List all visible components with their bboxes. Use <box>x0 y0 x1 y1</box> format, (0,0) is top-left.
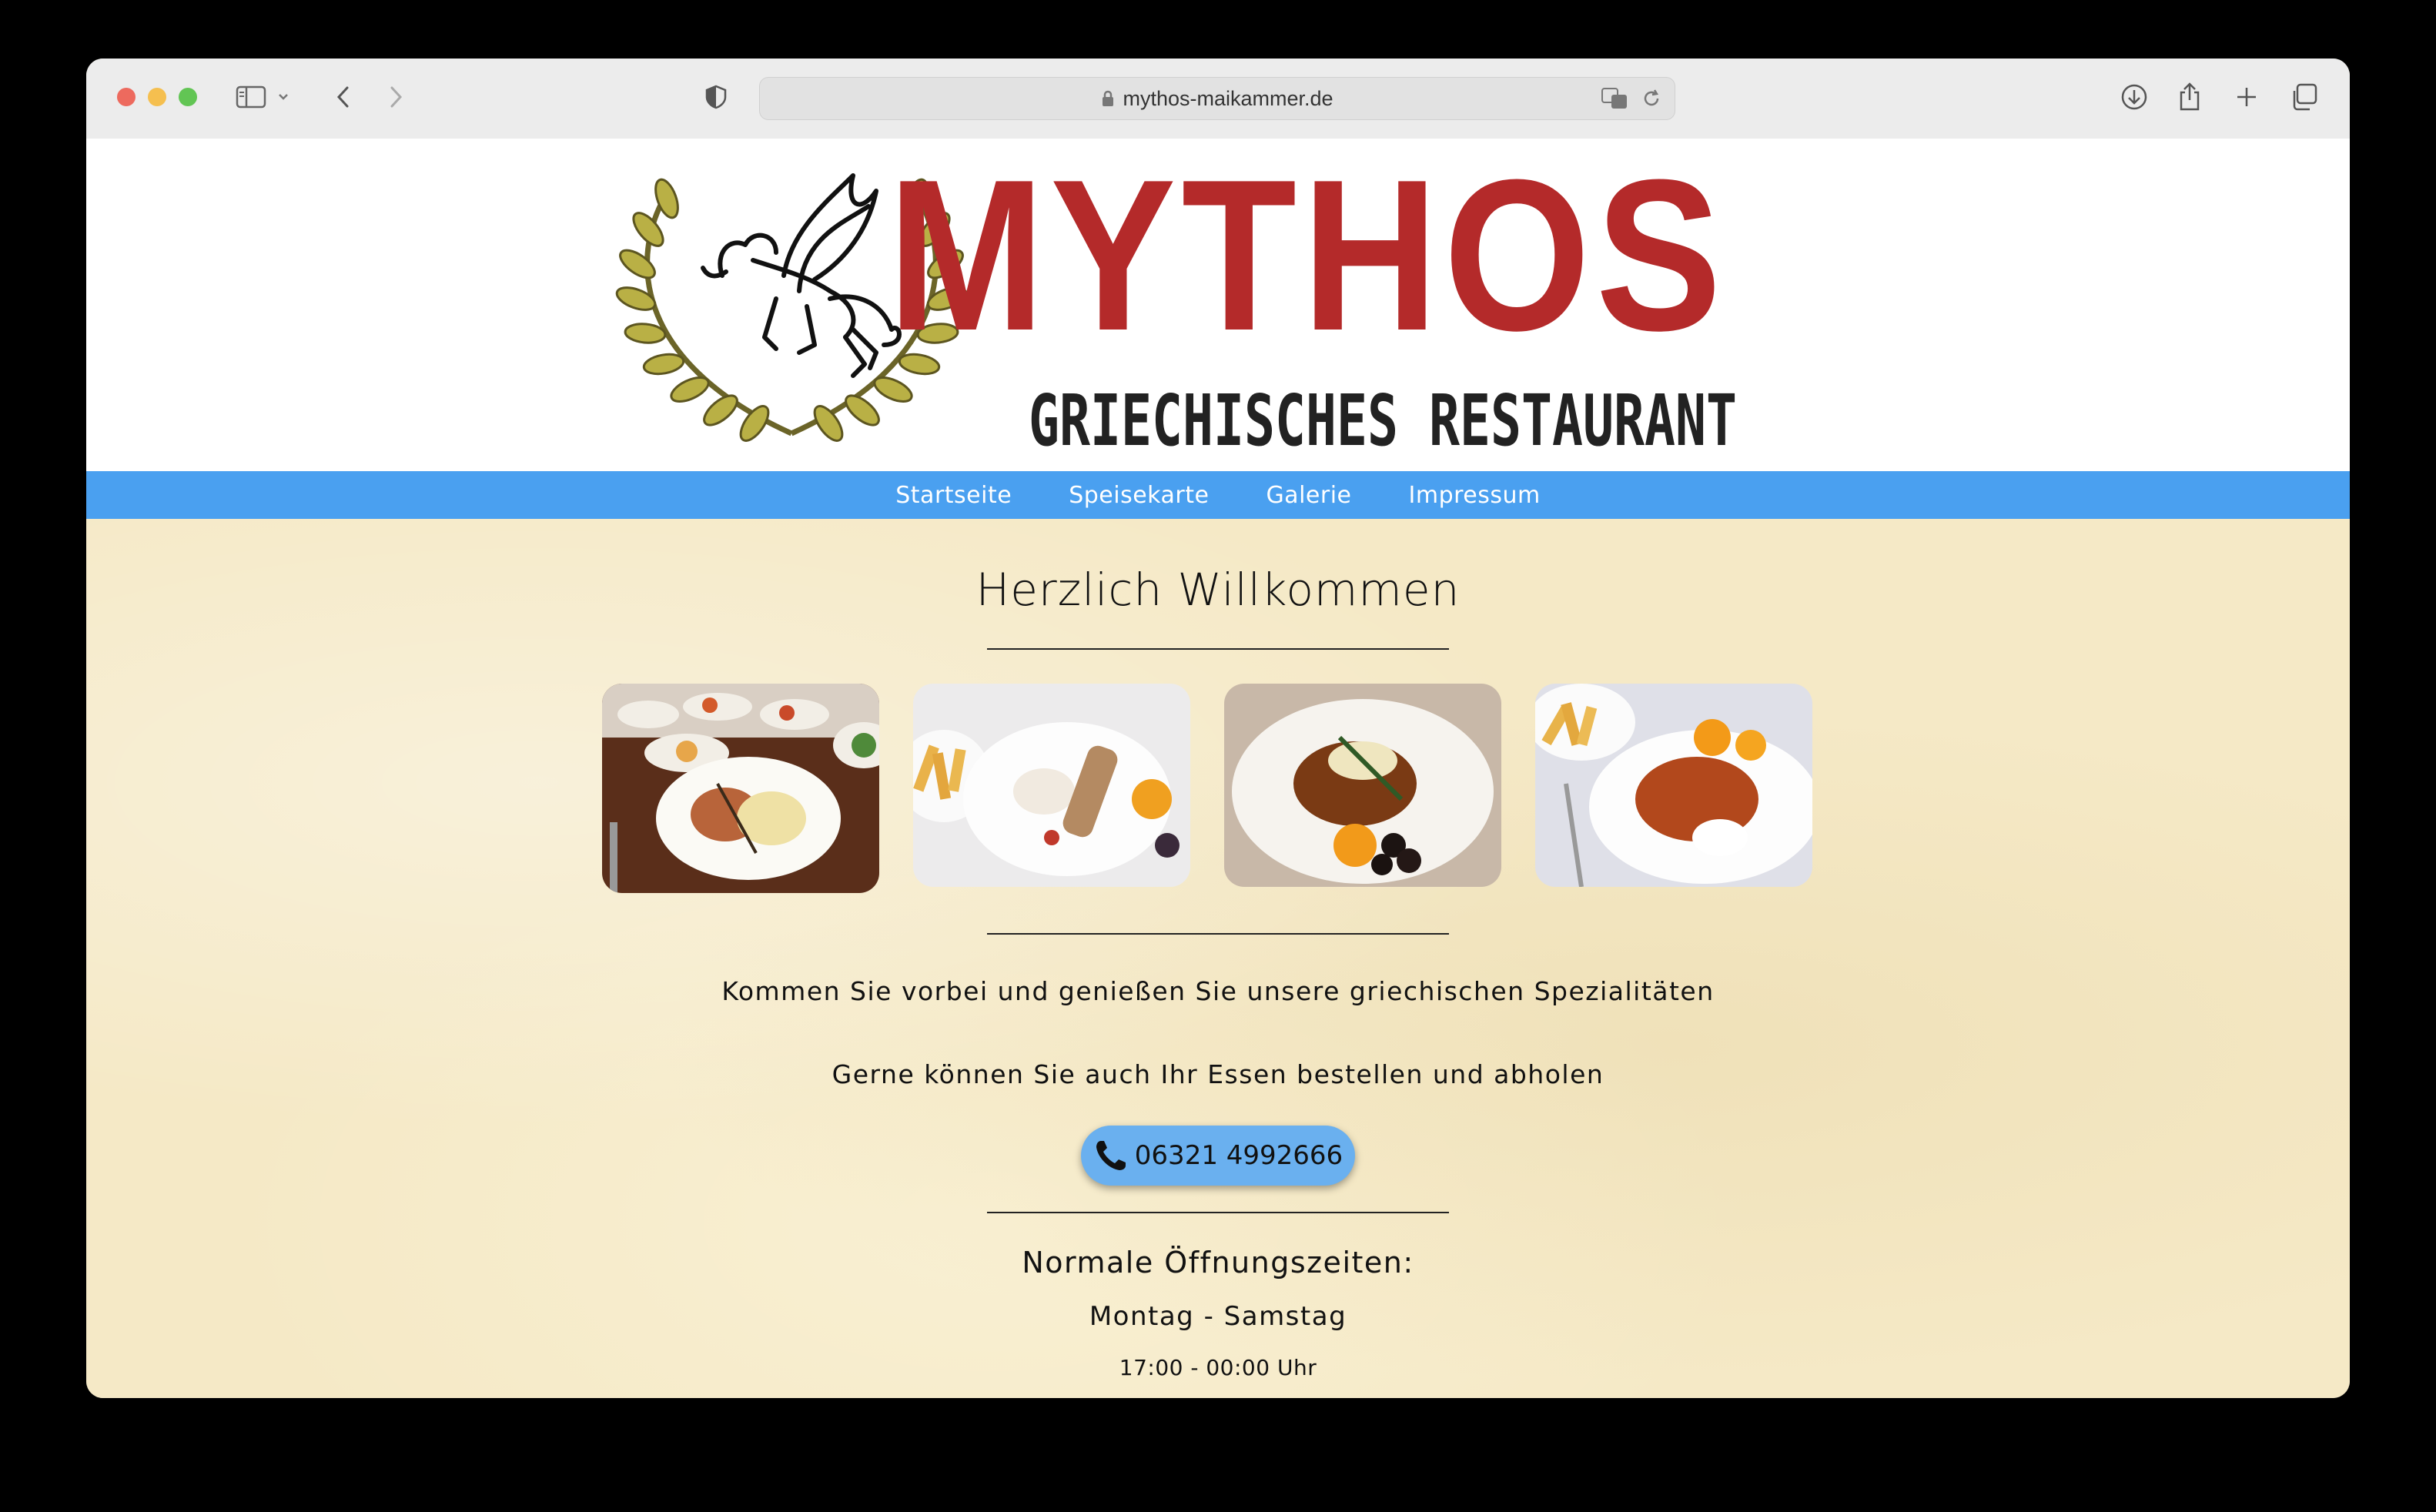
call-button[interactable]: 06321 4992666 <box>1081 1126 1355 1186</box>
web-page: MYTHOS GRIECHISCHES RESTAURANT Startseit… <box>86 135 2350 1398</box>
reload-icon[interactable] <box>1641 88 1662 112</box>
zoom-window-button[interactable] <box>179 88 197 106</box>
main-content: Herzlich Willkommen Kommen Sie vorbei un… <box>86 519 2350 1398</box>
browser-toolbar: mythos-maikammer.de <box>86 59 2350 140</box>
intro-text: Kommen Sie vorbei und genießen Sie unser… <box>721 976 1715 1006</box>
address-bar[interactable]: mythos-maikammer.de <box>759 77 1675 120</box>
opening-hours-time: 17:00 - 00:00 Uhr <box>1119 1355 1317 1380</box>
logo-subtitle: GRIECHISCHES RESTAURANT <box>1029 380 1737 462</box>
site-header: MYTHOS GRIECHISCHES RESTAURANT <box>86 135 2350 471</box>
page-title: Herzlich Willkommen <box>975 564 1461 616</box>
translate-icon[interactable] <box>1601 87 1628 113</box>
logo-title: MYTHOS <box>888 145 1727 376</box>
divider <box>987 648 1449 650</box>
back-icon[interactable] <box>330 79 357 115</box>
restaurant-logo[interactable]: MYTHOS GRIECHISCHES RESTAURANT <box>599 135 1840 465</box>
privacy-shield-icon[interactable] <box>702 79 730 115</box>
divider <box>987 1212 1449 1213</box>
share-icon[interactable] <box>2174 79 2205 115</box>
nav-item-speisekarte[interactable]: Speisekarte <box>1069 482 1209 509</box>
opening-hours-title: Normale Öffnungszeiten: <box>1022 1246 1414 1280</box>
divider <box>987 933 1449 935</box>
food-photo[interactable] <box>602 684 879 893</box>
minimize-window-button[interactable] <box>148 88 166 106</box>
phone-icon <box>1096 1141 1126 1170</box>
tab-overview-icon[interactable] <box>2288 79 2319 115</box>
nav-item-impressum[interactable]: Impressum <box>1409 482 1541 509</box>
nav-item-startseite[interactable]: Startseite <box>895 482 1012 509</box>
browser-window: mythos-maikammer.de MYTHOS GRIECHISCHES … <box>86 59 2350 1398</box>
url-text: mythos-maikammer.de <box>1123 86 1333 110</box>
close-window-button[interactable] <box>117 88 136 106</box>
phone-number: 06321 4992666 <box>1134 1140 1343 1171</box>
food-photo[interactable] <box>1535 684 1812 887</box>
pegasus-icon <box>701 173 902 378</box>
opening-hours-days: Montag - Samstag <box>1089 1301 1347 1332</box>
sidebar-icon[interactable] <box>234 79 268 115</box>
downloads-icon[interactable] <box>2117 79 2151 115</box>
lock-icon <box>1103 90 1114 106</box>
main-navigation: Startseite Speisekarte Galerie Impressum <box>86 471 2350 519</box>
food-photo[interactable] <box>1224 684 1501 887</box>
food-photo[interactable] <box>913 684 1190 887</box>
nav-item-galerie[interactable]: Galerie <box>1266 482 1351 509</box>
new-tab-icon[interactable] <box>2231 79 2262 115</box>
forward-icon[interactable] <box>382 79 410 115</box>
order-text: Gerne können Sie auch Ihr Essen bestelle… <box>832 1059 1604 1089</box>
chevron-down-icon[interactable] <box>276 79 291 115</box>
